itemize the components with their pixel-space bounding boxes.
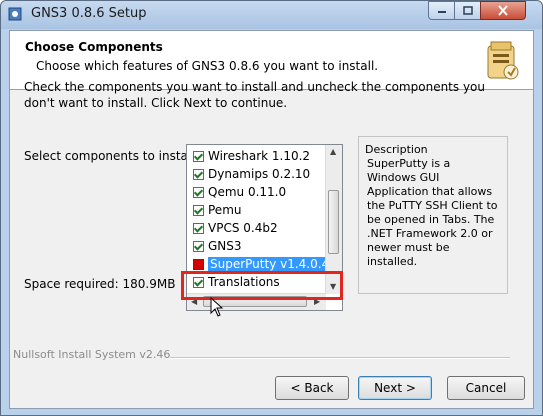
setup-window: GNS3 0.8.6 Setup Choose Components Choos… [0, 0, 543, 416]
checkbox-checked[interactable] [193, 168, 204, 180]
next-button[interactable]: Next > [358, 376, 432, 400]
description-title: Description [365, 143, 428, 156]
page-subtitle: Choose which features of GNS3 0.8.6 you … [36, 59, 379, 73]
description-text: SuperPutty is a Windows GUI Application … [367, 157, 498, 268]
component-label: VPCS 0.4b2 [208, 221, 278, 235]
close-button[interactable] [480, 1, 526, 20]
maximize-button[interactable] [454, 1, 481, 20]
footer-divider [170, 357, 510, 359]
component-label: Qemu 0.11.0 [208, 185, 287, 199]
title-bar[interactable]: GNS3 0.8.6 Setup [1, 1, 542, 29]
component-label: SuperPutty v1.4.0.4 E [208, 257, 342, 271]
vertical-scroll-thumb[interactable] [328, 190, 339, 254]
select-components-label: Select components to install: [24, 149, 199, 163]
component-label: Pemu [208, 203, 242, 217]
checkbox-checked[interactable] [193, 204, 204, 216]
component-item[interactable]: Qemu 0.11.0 [193, 184, 286, 200]
component-item[interactable]: Wireshark 1.10.2 [193, 148, 310, 164]
window-title: GNS3 0.8.6 Setup [31, 6, 147, 21]
space-required-label: Space required: 180.9MB [24, 277, 176, 291]
minimize-icon [437, 10, 446, 13]
maximize-icon [462, 6, 473, 15]
component-label: GNS3 [208, 239, 242, 253]
close-icon [498, 5, 508, 16]
component-item[interactable]: Pemu [193, 202, 242, 218]
component-label: Wireshark 1.10.2 [208, 149, 311, 163]
installer-icon [8, 7, 22, 21]
annotation-highlight-box [181, 271, 343, 300]
component-item[interactable]: GNS3 [193, 238, 242, 254]
component-item[interactable]: VPCS 0.4b2 [193, 220, 278, 236]
cancel-button[interactable]: Cancel [447, 376, 525, 400]
checkbox-checked[interactable] [193, 150, 204, 162]
mouse-cursor-icon [210, 297, 224, 317]
nsis-branding: Nullsoft Install System v2.46 [13, 348, 171, 361]
back-button[interactable]: < Back [275, 376, 349, 400]
checkbox-checked[interactable] [193, 222, 204, 234]
component-item-selected[interactable]: SuperPutty v1.4.0.4 E [193, 256, 342, 272]
checkbox-unchecked[interactable] [193, 258, 204, 270]
checkbox-checked[interactable] [193, 186, 204, 198]
component-item[interactable]: Dynamips 0.2.10 [193, 166, 310, 182]
instructions-text: Check the components you want to install… [24, 80, 485, 110]
install-box-icon [487, 41, 519, 80]
scroll-up-icon[interactable]: ▲ [330, 147, 336, 156]
checkbox-checked[interactable] [193, 240, 204, 252]
page-title: Choose Components [25, 40, 163, 54]
minimize-button[interactable] [428, 1, 455, 20]
component-label: Dynamips 0.2.10 [208, 167, 311, 181]
